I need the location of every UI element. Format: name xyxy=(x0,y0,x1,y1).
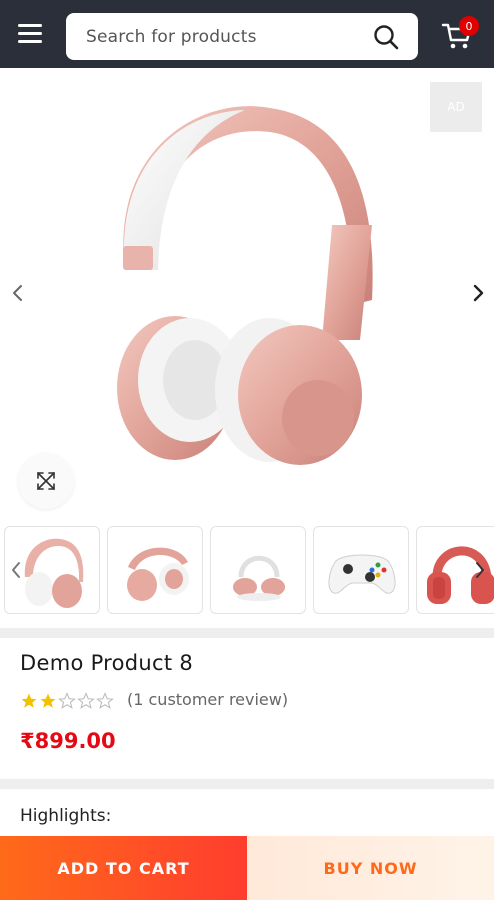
highlights-heading: Highlights: xyxy=(20,806,112,826)
star-filled-icon xyxy=(21,693,37,708)
cart-count-badge: 0 xyxy=(459,16,479,36)
section-divider xyxy=(0,779,494,789)
product-price: ₹899.00 xyxy=(20,729,116,753)
thumbnail-item[interactable] xyxy=(313,526,409,614)
thumbnail-item[interactable] xyxy=(210,526,306,614)
star-filled-icon xyxy=(40,693,56,708)
review-count-link[interactable]: (1 customer review) xyxy=(127,690,288,709)
search-icon[interactable] xyxy=(372,23,400,51)
star-rating[interactable] xyxy=(20,692,115,710)
thumbnail-next-arrow-icon[interactable] xyxy=(472,558,488,582)
section-divider xyxy=(0,628,494,638)
thumbnail-strip xyxy=(0,524,494,616)
headphones-image xyxy=(117,106,373,465)
thumbnail-prev-arrow-icon[interactable] xyxy=(8,558,24,582)
search-placeholder: Search for products xyxy=(86,26,257,47)
zoom-button[interactable] xyxy=(18,453,74,509)
app-header: Search for products 0 xyxy=(0,0,494,68)
star-empty-icon xyxy=(96,692,114,709)
buy-now-button[interactable]: BUY NOW xyxy=(247,836,494,900)
thumbnail-item[interactable] xyxy=(107,526,203,614)
add-to-cart-button[interactable]: ADD TO CART xyxy=(0,836,247,900)
star-empty-icon xyxy=(77,692,95,709)
previous-image-arrow-icon[interactable] xyxy=(6,278,30,308)
headphones-folded-thumbnail xyxy=(127,547,189,601)
ad-badge: AD xyxy=(430,82,482,132)
game-controller-thumbnail xyxy=(328,554,396,594)
product-title: Demo Product 8 xyxy=(20,651,194,675)
product-image[interactable]: AD xyxy=(0,68,494,518)
next-image-arrow-icon[interactable] xyxy=(466,278,490,308)
headphones-side-thumbnail xyxy=(233,555,285,601)
expand-icon xyxy=(37,472,55,490)
hamburger-menu-icon[interactable] xyxy=(18,24,42,44)
star-empty-icon xyxy=(58,692,76,709)
search-input[interactable]: Search for products xyxy=(66,13,418,60)
